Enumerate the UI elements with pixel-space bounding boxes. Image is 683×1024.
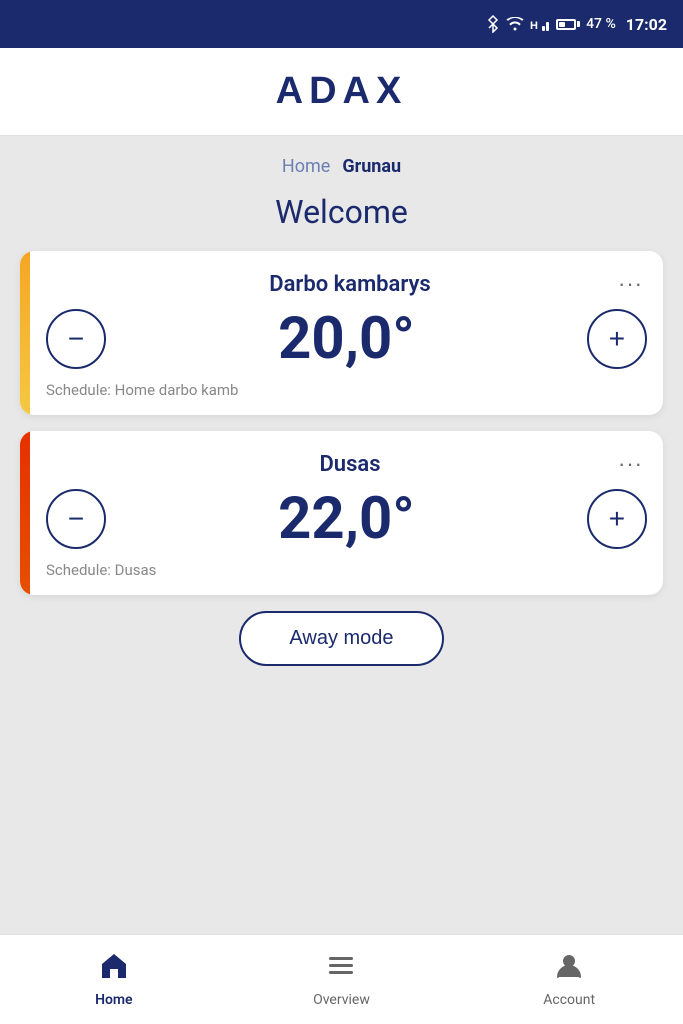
decrease-button-2[interactable]: − xyxy=(46,489,106,549)
card-header-1: Darbo kambarys ··· xyxy=(46,267,647,301)
card-body-1: Darbo kambarys ··· − 20,0° + Schedule: H… xyxy=(30,251,663,415)
account-nav-label: Account xyxy=(543,992,595,1008)
increase-button-1[interactable]: + xyxy=(587,309,647,369)
bluetooth-icon xyxy=(486,15,500,33)
temperature-2: 22,0° xyxy=(278,490,415,548)
home-nav-label: Home xyxy=(95,992,133,1008)
schedule-2: Schedule: Dusas xyxy=(46,561,647,579)
nav-item-home[interactable]: Home xyxy=(64,951,164,1008)
status-bar: H 47 % 17:02 xyxy=(0,0,683,48)
card-header-2: Dusas ··· xyxy=(46,447,647,481)
app-logo: ADAX xyxy=(276,70,408,113)
increase-button-2[interactable]: + xyxy=(587,489,647,549)
room-card-dusas: Dusas ··· − 22,0° + Schedule: Dusas xyxy=(20,431,663,595)
breadcrumb-parent[interactable]: Home xyxy=(282,156,330,177)
temp-controls-2: − 22,0° + xyxy=(46,489,647,549)
status-time: 17:02 xyxy=(626,15,667,34)
svg-text:H: H xyxy=(530,20,538,32)
nav-item-account[interactable]: Account xyxy=(519,951,619,1008)
room-card-darbo-kambarys: Darbo kambarys ··· − 20,0° + Schedule: H… xyxy=(20,251,663,415)
status-icons: H 47 % 17:02 xyxy=(486,15,667,34)
breadcrumb-current[interactable]: Grunau xyxy=(342,156,401,177)
account-nav-icon xyxy=(554,951,584,988)
bottom-nav: Home Overview Account xyxy=(0,934,683,1024)
decrease-button-1[interactable]: − xyxy=(46,309,106,369)
room-indicator-red xyxy=(20,431,30,595)
card-body-2: Dusas ··· − 22,0° + Schedule: Dusas xyxy=(30,431,663,595)
more-button-1[interactable]: ··· xyxy=(614,267,647,301)
away-mode-button[interactable]: Away mode xyxy=(239,611,443,666)
away-mode-container: Away mode xyxy=(0,611,683,666)
signal-h-icon: H xyxy=(530,16,550,32)
temperature-1: 20,0° xyxy=(278,310,415,368)
home-nav-icon xyxy=(99,951,129,988)
room-name-2: Dusas xyxy=(86,452,614,477)
battery-icon xyxy=(556,19,580,30)
schedule-1: Schedule: Home darbo kamb xyxy=(46,381,647,399)
battery-percentage: 47 % xyxy=(586,16,616,32)
welcome-title: Welcome xyxy=(0,193,683,231)
app-header: ADAX xyxy=(0,48,683,136)
breadcrumb: Home Grunau xyxy=(0,136,683,185)
main-content: Home Grunau Welcome Darbo kambarys ··· −… xyxy=(0,136,683,934)
wifi-icon xyxy=(506,17,524,31)
room-name-1: Darbo kambarys xyxy=(86,272,614,297)
nav-item-overview[interactable]: Overview xyxy=(291,951,391,1008)
overview-nav-icon xyxy=(326,951,356,988)
room-indicator-yellow xyxy=(20,251,30,415)
more-button-2[interactable]: ··· xyxy=(614,447,647,481)
overview-nav-label: Overview xyxy=(313,992,370,1008)
temp-controls-1: − 20,0° + xyxy=(46,309,647,369)
